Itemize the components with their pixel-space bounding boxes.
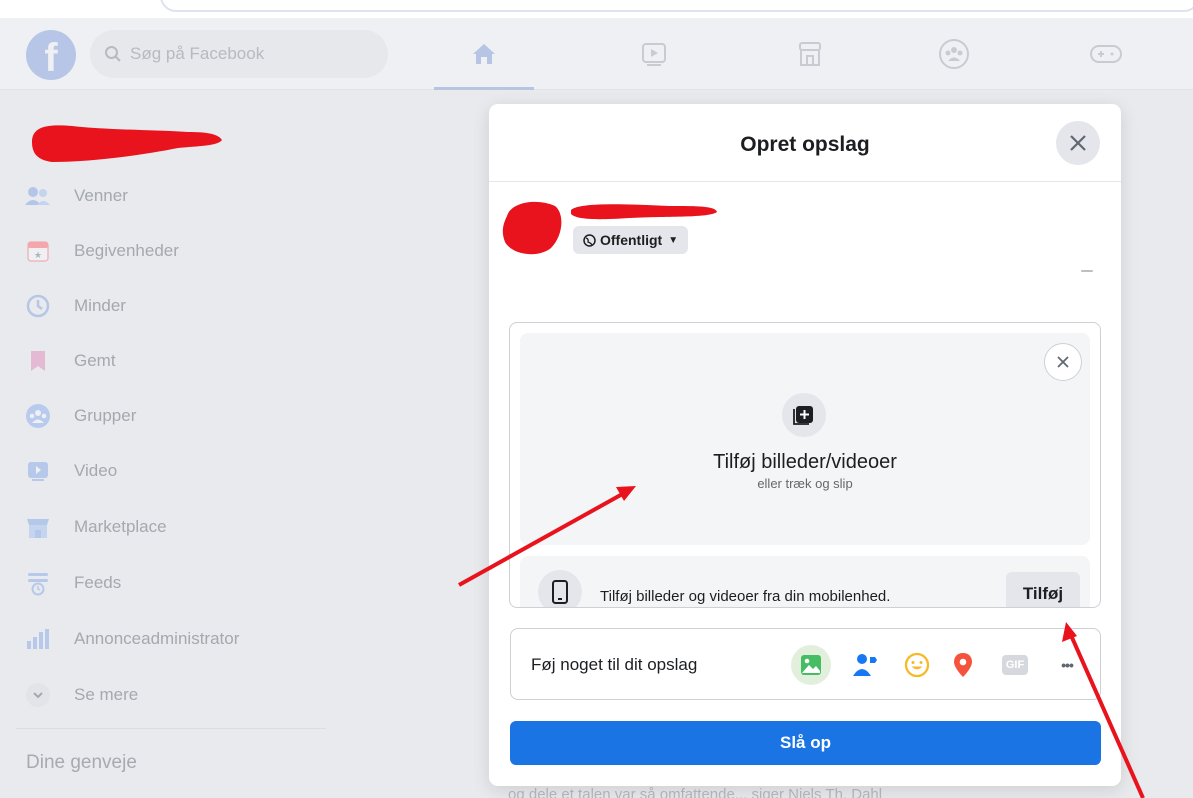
search-bar[interactable]: Søg på Facebook: [90, 30, 388, 78]
marketplace-tab-icon: [799, 42, 821, 66]
memories-icon: [24, 292, 52, 320]
close-icon: [1070, 135, 1086, 151]
photo-icon: [801, 655, 821, 675]
globe-icon: [583, 233, 596, 247]
search-input[interactable]: Søg på Facebook: [130, 44, 264, 64]
sidebar-item-label: Marketplace: [74, 517, 167, 536]
ads-manager-icon: [24, 625, 52, 653]
audience-label: Offentligt: [600, 232, 663, 248]
sidebar-item-label: Grupper: [74, 406, 137, 425]
audience-selector[interactable]: Offentligt ▼: [573, 226, 689, 254]
scroll-indicator: [1081, 270, 1093, 272]
feeds-icon: [24, 569, 52, 597]
close-icon: [1057, 356, 1069, 368]
sidebar-item-minder[interactable]: Minder: [24, 286, 126, 326]
add-to-post-label: Føj noget til dit opslag: [531, 655, 698, 674]
calendar-icon: ★: [24, 237, 52, 265]
address-pill: [160, 0, 1193, 12]
groups-tab-icon: [939, 39, 969, 69]
facebook-logo-icon[interactable]: f: [26, 30, 76, 80]
mobile-upload-text: Tilføj billeder og videoer fra din mobil…: [600, 588, 891, 605]
video-icon: [24, 457, 52, 485]
remove-media-button[interactable]: [1044, 343, 1082, 381]
caret-down-icon: ▼: [668, 234, 679, 246]
search-icon: [105, 46, 121, 62]
mobile-phone-icon: [538, 570, 582, 607]
sidebar-item-label: Begivenheder: [74, 241, 179, 260]
post-button[interactable]: Slå op: [510, 721, 1101, 765]
tab-groups[interactable]: [904, 18, 1004, 90]
tab-home[interactable]: [434, 18, 534, 90]
sidebar-item-label: Se mere: [74, 685, 139, 704]
feeling-button[interactable]: [897, 645, 937, 685]
create-post-dialog: Opret opslag Offentligt ▼ Tilføj billede…: [489, 104, 1121, 786]
sidebar-item-venner[interactable]: Venner: [24, 176, 128, 216]
location-pin-icon: [954, 653, 972, 677]
video-tab-icon: [642, 43, 666, 66]
sidebar-item-annonceadministrator[interactable]: Annonceadministrator: [24, 619, 239, 659]
sidebar-item-grupper[interactable]: Grupper: [24, 396, 136, 436]
sidebar-item-label: Video: [74, 461, 118, 480]
bookmark-icon: [24, 347, 52, 375]
home-icon: [473, 44, 495, 64]
marketplace-icon: [24, 513, 52, 541]
photo-video-drop-area[interactable]: Tilføj billeder/videoer eller træk og sl…: [520, 333, 1090, 545]
friends-icon: [24, 182, 52, 210]
tab-marketplace[interactable]: [760, 18, 860, 90]
sidebar-item-begivenheder[interactable]: ★ Begivenheder: [24, 231, 179, 271]
tab-gaming[interactable]: [1056, 18, 1156, 90]
add-from-mobile-button[interactable]: Tilføj: [1006, 572, 1080, 607]
sidebar-item-label: Annonceadministrator: [74, 629, 240, 648]
gaming-tab-icon: [1090, 45, 1122, 63]
dialog-header: Opret opslag: [489, 104, 1121, 182]
groups-icon: [24, 402, 52, 430]
add-photos-icon: [782, 393, 826, 437]
author-name-redaction: [571, 204, 717, 220]
avatar-redaction: [502, 201, 562, 255]
sidebar-divider: [16, 728, 326, 729]
gif-button[interactable]: GIF: [995, 645, 1035, 685]
check-in-button[interactable]: [943, 645, 983, 685]
chevron-down-icon: [24, 681, 52, 709]
add-to-post-bar: Føj noget til dit opslag GIF •••: [510, 628, 1101, 700]
tag-people-button[interactable]: [845, 645, 885, 685]
top-strip: [0, 0, 1193, 18]
mobile-upload-row: Tilføj billeder og videoer fra din mobil…: [520, 556, 1090, 607]
sidebar-item-gemt[interactable]: Gemt: [24, 341, 116, 381]
svg-text:★: ★: [34, 251, 42, 261]
dialog-title: Opret opslag: [740, 133, 870, 156]
top-navigation-bar: f Søg på Facebook: [0, 18, 1193, 90]
more-dots-icon: •••: [1061, 657, 1074, 673]
close-dialog-button[interactable]: [1056, 121, 1100, 165]
profile-name-redaction: [32, 125, 222, 162]
tag-people-icon: [853, 654, 877, 676]
sidebar-item-label: Venner: [74, 186, 128, 205]
sidebar-item-video[interactable]: Video: [24, 451, 117, 491]
photo-video-button[interactable]: [791, 645, 831, 685]
sidebar-item-label: Gemt: [74, 351, 116, 370]
sidebar-item-feeds[interactable]: Feeds: [24, 563, 121, 603]
sidebar-item-label: Feeds: [74, 573, 122, 592]
sidebar-item-se-mere[interactable]: Se mere: [24, 675, 138, 715]
add-photos-subtitle: eller træk og slip: [757, 476, 853, 491]
tab-video[interactable]: [604, 18, 704, 90]
add-photos-title: Tilføj billeder/videoer: [713, 451, 897, 473]
sidebar-item-marketplace[interactable]: Marketplace: [24, 507, 167, 547]
gif-icon: GIF: [1002, 655, 1028, 675]
feed-post-text: og dele et talen var så omfattende... si…: [508, 786, 883, 798]
more-options-button[interactable]: •••: [1047, 645, 1087, 685]
feeling-smiley-icon: [904, 652, 930, 678]
media-upload-box: Tilføj billeder/videoer eller træk og sl…: [509, 322, 1101, 608]
shortcuts-title: Dine genveje: [26, 752, 137, 773]
sidebar-item-label: Minder: [74, 296, 126, 315]
